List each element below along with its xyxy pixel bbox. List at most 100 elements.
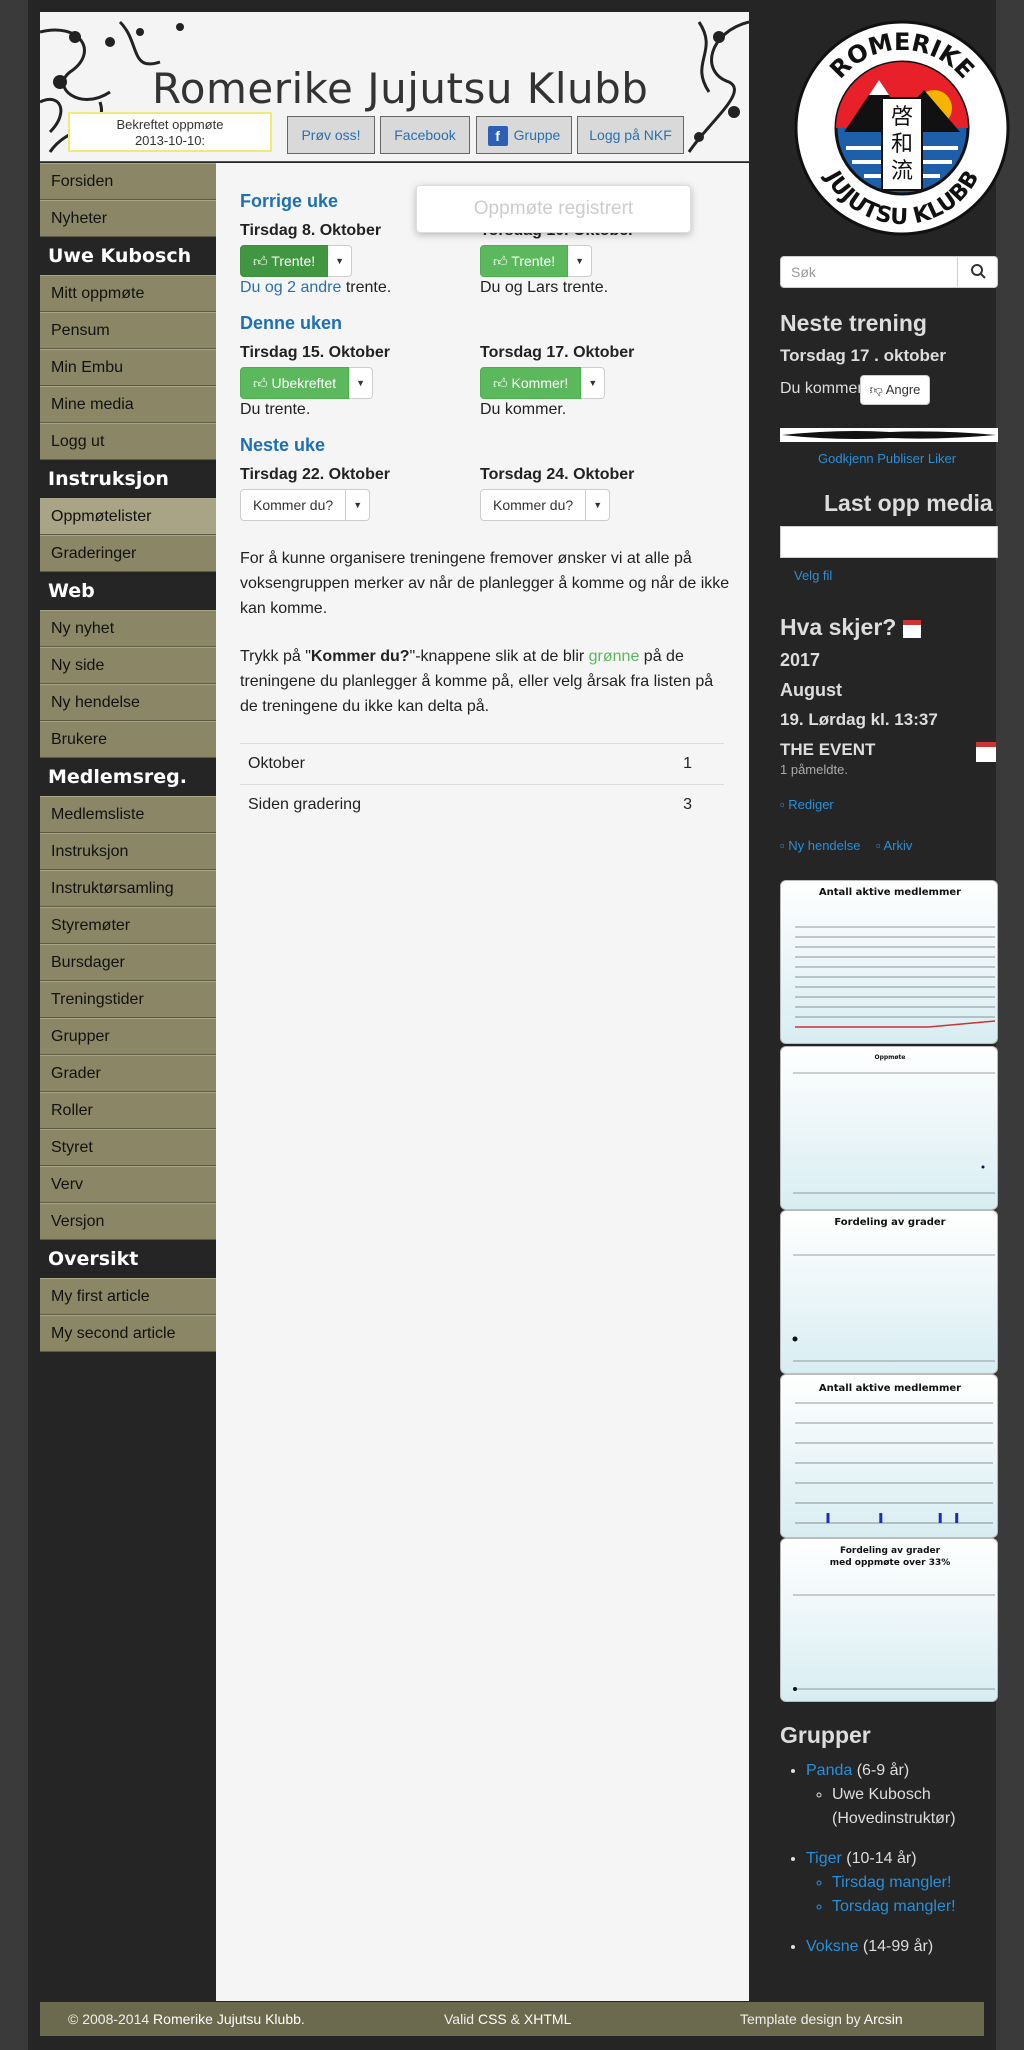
nav-item-pensum[interactable]: Pensum: [40, 312, 216, 349]
attendance-button-group: 👍︎ Trente! ▼: [480, 245, 593, 277]
chart-title: Fordeling av grader: [840, 1546, 941, 1556]
day-note: Du kommer.: [480, 401, 567, 418]
css-link[interactable]: CSS: [478, 2011, 507, 2027]
nav-item-mitt-oppmote[interactable]: Mitt oppmøte: [40, 275, 216, 312]
list-item: Voksne (14-99 år): [806, 1935, 998, 1959]
nav-item-graderinger[interactable]: Graderinger: [40, 535, 216, 572]
media-actions-link[interactable]: Godkjenn Publiser Liker: [818, 451, 956, 466]
nav-item-oppmotelister[interactable]: Oppmøtelister: [40, 498, 216, 535]
event-name[interactable]: THE EVENT: [780, 740, 875, 760]
dropdown-caret-icon[interactable]: ▼: [328, 245, 353, 277]
chart-active-members-bars[interactable]: Antall aktive medlemmer: [780, 1374, 998, 1538]
nav-section-user: Uwe Kubosch: [40, 237, 216, 275]
nav-item-grader[interactable]: Grader: [40, 1055, 216, 1092]
chart-active-members[interactable]: Antall aktive medlemmer: [780, 880, 998, 1044]
group-link[interactable]: Voksne: [806, 1938, 858, 1955]
attendance-button[interactable]: 👍︎ Trente!: [480, 245, 569, 277]
chart-bar: [938, 1513, 942, 1523]
dropdown-caret-icon[interactable]: ▼: [586, 489, 611, 521]
search-button[interactable]: [958, 256, 998, 288]
amp: &: [506, 2011, 524, 2027]
nav-item-mine-media[interactable]: Mine media: [40, 386, 216, 423]
dropdown-caret-icon[interactable]: ▼: [581, 367, 606, 399]
nav-item-bursdager[interactable]: Bursdager: [40, 944, 216, 981]
try-us-button[interactable]: Prøv oss!: [287, 116, 375, 154]
day-title: Tirsdag 15. Oktober: [240, 344, 390, 361]
info-paragraph: For å kunne organisere treningene fremov…: [240, 550, 730, 617]
undo-button[interactable]: 👎︎ Angre: [860, 375, 930, 405]
chart-grade-distribution[interactable]: Fordeling av grader: [780, 1210, 998, 1374]
club-link[interactable]: Romerike Jujutsu Klubb.: [153, 2011, 305, 2027]
list-item: Tiger (10-14 år) Tirsdag mangler! Torsda…: [806, 1847, 998, 1919]
sub-list: Uwe Kubosch (Hovedinstruktør): [806, 1783, 998, 1831]
nav-item-min-embu[interactable]: Min Embu: [40, 349, 216, 386]
facebook-button[interactable]: Facebook: [380, 116, 470, 154]
nav-item-forsiden[interactable]: Forsiden: [40, 163, 216, 200]
arcsin-link[interactable]: Arcsin: [864, 2011, 903, 2027]
nkf-login-button[interactable]: Logg på NKF: [577, 116, 684, 154]
nav-item-instruktorsamling[interactable]: Instruktørsamling: [40, 870, 216, 907]
validity: Valid CSS & XHTML: [444, 2002, 571, 2036]
calendar-icon[interactable]: [976, 742, 996, 762]
nav-item-grupper[interactable]: Grupper: [40, 1018, 216, 1055]
nav-item-logg-ut[interactable]: Logg ut: [40, 423, 216, 460]
xhtml-link[interactable]: XHTML: [524, 2011, 571, 2027]
chart-bar: [955, 1513, 959, 1523]
chart-point: [793, 1687, 797, 1691]
nav-item-styremoter[interactable]: Styremøter: [40, 907, 216, 944]
choose-file-button[interactable]: Velg fil: [794, 568, 832, 583]
nav-item-nyheter[interactable]: Nyheter: [40, 200, 216, 237]
sidebar-nav: Forsiden Nyheter Uwe Kubosch Mitt oppmøt…: [40, 163, 216, 1352]
copyright-prefix: © 2008-2014: [68, 2011, 154, 2027]
others-link[interactable]: Du og 2 andre: [240, 279, 341, 296]
nav-item-treningstider[interactable]: Treningstider: [40, 981, 216, 1018]
nav-item-first-article[interactable]: My first article: [40, 1278, 216, 1315]
attendance-button-label: Kommer!: [511, 375, 569, 391]
attendance-button[interactable]: 👍︎ Kommer!: [480, 367, 582, 399]
next-training-date[interactable]: Torsdag 17 . oktober: [780, 346, 946, 366]
day-note: Du trente.: [240, 401, 311, 418]
group-button[interactable]: f Gruppe: [476, 116, 572, 154]
list-item-link[interactable]: Tirsdag mangler!: [832, 1871, 998, 1895]
stat-value: 1: [683, 755, 692, 772]
event-month: August: [780, 680, 842, 700]
nav-item-brukere[interactable]: Brukere: [40, 721, 216, 758]
text-bold: Kommer du?: [310, 648, 410, 665]
dropdown-caret-icon[interactable]: ▼: [568, 245, 593, 277]
dropdown-caret-icon[interactable]: ▼: [349, 367, 374, 399]
nav-item-instruksjon[interactable]: Instruksjon: [40, 833, 216, 870]
list-item-link[interactable]: Torsdag mangler!: [832, 1895, 998, 1919]
group-ages: (6-9 år): [852, 1762, 910, 1779]
attendance-button[interactable]: 👍︎ Ubekreftet: [240, 367, 350, 399]
will-you-come-button[interactable]: Kommer du?: [240, 489, 347, 521]
week-heading-next: Neste uke: [240, 435, 326, 455]
archive-link[interactable]: ▫ Arkiv: [876, 838, 912, 853]
dropdown-caret-icon[interactable]: ▼: [346, 489, 371, 521]
chart-svg: Antall aktive medlemmer: [795, 887, 996, 1028]
group-link[interactable]: Tiger: [806, 1850, 842, 1867]
nav-item-roller[interactable]: Roller: [40, 1092, 216, 1129]
chart-subtitle: med oppmøte over 33%: [830, 1558, 951, 1568]
group-link[interactable]: Panda: [806, 1762, 852, 1779]
nav-item-second-article[interactable]: My second article: [40, 1315, 216, 1352]
template-credit: Template design by Arcsin: [740, 2002, 903, 2036]
nav-item-medlemsliste[interactable]: Medlemsliste: [40, 796, 216, 833]
chart-grade-distribution-33[interactable]: Fordeling av grader med oppmøte over 33%: [780, 1538, 998, 1702]
week-heading-current: Denne uken: [240, 313, 343, 333]
nav-item-ny-hendelse[interactable]: Ny hendelse: [40, 684, 216, 721]
day-title: Torsdag 17. Oktober: [480, 344, 635, 361]
search-input[interactable]: Søk: [780, 256, 958, 288]
nav-item-ny-side[interactable]: Ny side: [40, 647, 216, 684]
upload-file-field[interactable]: [780, 526, 998, 558]
chart-series-line: [795, 1020, 996, 1028]
attendance-button[interactable]: 👍︎ Trente!: [240, 245, 329, 277]
will-you-come-button[interactable]: Kommer du?: [480, 489, 587, 521]
nav-item-ny-nyhet[interactable]: Ny nyhet: [40, 610, 216, 647]
nav-item-versjon[interactable]: Versjon: [40, 1203, 216, 1240]
nav-item-styret[interactable]: Styret: [40, 1129, 216, 1166]
nav-item-verv[interactable]: Verv: [40, 1166, 216, 1203]
chart-attendance[interactable]: Oppmøte: [780, 1046, 998, 1210]
chart-svg: Fordeling av grader: [792, 1217, 995, 1362]
edit-event-link[interactable]: ▫ Rediger: [780, 797, 834, 812]
new-event-link[interactable]: ▫ Ny hendelse: [780, 838, 861, 853]
